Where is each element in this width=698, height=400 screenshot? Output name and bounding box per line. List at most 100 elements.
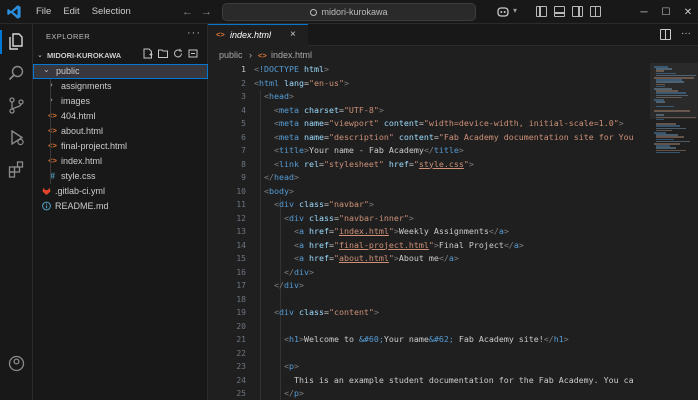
- line-number: 9: [241, 173, 246, 182]
- split-editor-icon[interactable]: [660, 29, 671, 40]
- minimap-line: [656, 101, 665, 103]
- run-debug-icon[interactable]: [7, 128, 26, 147]
- new-folder-icon[interactable]: [158, 48, 168, 59]
- line-number: 24: [236, 375, 246, 385]
- breadcrumb-file[interactable]: index.html: [271, 50, 312, 60]
- line-number: 12: [236, 213, 246, 223]
- info-file-icon: [42, 201, 51, 211]
- tree-item-gitlab-ci-yml[interactable]: .gitlab-ci.yml: [33, 184, 208, 199]
- workspace-root-label: MIDORI-KUROKAWA: [47, 51, 122, 60]
- code-line: <div class="navbar-inner">: [283, 212, 414, 223]
- minimap-line: [654, 110, 690, 112]
- minimize-icon[interactable]: ─: [633, 0, 655, 24]
- tab-index-html[interactable]: <> index.html ×: [208, 24, 308, 46]
- toggle-primary-sidebar-icon[interactable]: [536, 6, 547, 17]
- menu-edit[interactable]: Edit: [57, 0, 85, 24]
- toggle-panel-icon[interactable]: [554, 6, 565, 17]
- tree-item-readme-md[interactable]: README.md: [33, 199, 208, 214]
- more-actions-icon[interactable]: ···: [681, 28, 691, 40]
- tree-item-label: about.html: [61, 126, 104, 136]
- code-line: <a href="about.html">About me</a>: [293, 253, 459, 263]
- code-line: <a href="index.html">Weekly Assignments<…: [293, 226, 509, 236]
- tree-item-label: assignments: [61, 81, 112, 91]
- new-file-icon[interactable]: [143, 48, 153, 59]
- chevron-down-icon: ⌄: [43, 65, 50, 74]
- line-number: 15: [236, 254, 246, 263]
- code-line: </div>: [283, 266, 314, 277]
- minimap-line: [656, 151, 680, 154]
- back-arrow-icon[interactable]: ←: [182, 5, 193, 19]
- search-icon: [310, 9, 318, 16]
- line-number: 10: [236, 186, 246, 196]
- source-control-icon[interactable]: [7, 96, 26, 115]
- line-number-gutter: 1 2 3 4 5 6 7 8 9 10 11 12 13 14 15 16 17 18 19 20 21 22 23 24 2…: [208, 63, 246, 400]
- tree-item-label: style.css: [61, 171, 96, 181]
- menu-file[interactable]: File: [30, 0, 57, 24]
- line-number: 6: [241, 132, 246, 142]
- menu-selection[interactable]: Selection: [86, 0, 137, 24]
- line-number: 20: [236, 321, 246, 331]
- tree-item-label: public: [56, 66, 80, 76]
- tree-item-style-css[interactable]: # style.css: [33, 169, 208, 184]
- code-line: </div>: [273, 280, 304, 290]
- tree-item-final-project-html[interactable]: <> final-project.html: [33, 139, 208, 154]
- code-line: <html lang="en-us">: [254, 77, 349, 88]
- close-window-icon[interactable]: ✕: [677, 0, 698, 24]
- line-number: 7: [241, 146, 246, 155]
- refresh-icon[interactable]: [173, 48, 183, 59]
- window-controls: ─ ☐ ✕: [633, 0, 698, 24]
- forward-arrow-icon[interactable]: →: [201, 5, 212, 19]
- line-number: 2: [241, 78, 246, 88]
- explorer-more-icon[interactable]: ···: [187, 27, 201, 39]
- toggle-secondary-sidebar-icon[interactable]: [572, 6, 583, 17]
- search-view-icon[interactable]: [7, 64, 26, 83]
- command-center-search[interactable]: midori-kurokawa: [222, 3, 476, 21]
- close-tab-icon[interactable]: ×: [290, 29, 296, 40]
- chevron-down-icon: ⌄: [37, 52, 43, 59]
- breadcrumb-folder[interactable]: public: [219, 50, 243, 60]
- gitlab-file-icon: [42, 187, 51, 195]
- code-line: <meta charset="UTF-8">: [273, 104, 384, 115]
- tree-item-label: index.html: [61, 156, 103, 166]
- line-number: 19: [236, 308, 246, 317]
- copilot-icon[interactable]: [496, 5, 510, 19]
- code-line: <div class="navbar">: [273, 199, 374, 209]
- maximize-icon[interactable]: ☐: [655, 0, 677, 24]
- code-editor[interactable]: 1 2 3 4 5 6 7 8 9 10 11 12 13 14 15 16 17 18 19 20 21 22 23 24 2…: [208, 63, 650, 400]
- line-number: 23: [236, 362, 246, 371]
- tree-item-images[interactable]: › images: [33, 94, 208, 109]
- code-line: <div class="content">: [273, 307, 379, 317]
- code-line: </p>: [283, 388, 304, 398]
- tree-item-public[interactable]: ⌄ public: [33, 64, 208, 79]
- tree-item-404-html[interactable]: <> 404.html: [33, 109, 208, 124]
- tree-item-index-html[interactable]: <> index.html: [33, 154, 208, 169]
- search-text: midori-kurokawa: [321, 7, 388, 17]
- line-number: 13: [236, 227, 246, 236]
- minimap-line: [656, 105, 674, 108]
- layout-controls: [536, 6, 601, 17]
- tree-item-label: README.md: [55, 201, 109, 211]
- code-line: <head>: [264, 91, 294, 101]
- copilot-dropdown-icon[interactable]: ▾: [513, 6, 517, 15]
- minimap[interactable]: [650, 63, 698, 400]
- explorer-icon[interactable]: [7, 32, 26, 51]
- tree-item-label: final-project.html: [61, 141, 128, 151]
- tree-item-about-html[interactable]: <> about.html: [33, 124, 208, 139]
- title-bar: File Edit Selection ← → midori-kurokawa …: [0, 0, 698, 24]
- code-line: </head>: [264, 172, 299, 182]
- line-number: 3: [241, 92, 246, 101]
- extensions-icon[interactable]: [7, 160, 26, 179]
- collapse-all-icon[interactable]: [188, 48, 198, 59]
- line-number: 18: [236, 294, 246, 304]
- explorer-actions: [143, 48, 198, 59]
- code-line: <!DOCTYPE html>: [254, 64, 329, 74]
- tree-item-assignments[interactable]: › assignments: [33, 79, 208, 94]
- file-tree: ⌄ public › assignments › images <> 404.h…: [33, 64, 208, 214]
- code-line: <a href="final-project.html">Final Proje…: [293, 239, 524, 250]
- customize-layout-icon[interactable]: [590, 6, 601, 17]
- navigation-arrows: ← →: [182, 5, 212, 19]
- account-icon[interactable]: [7, 354, 26, 373]
